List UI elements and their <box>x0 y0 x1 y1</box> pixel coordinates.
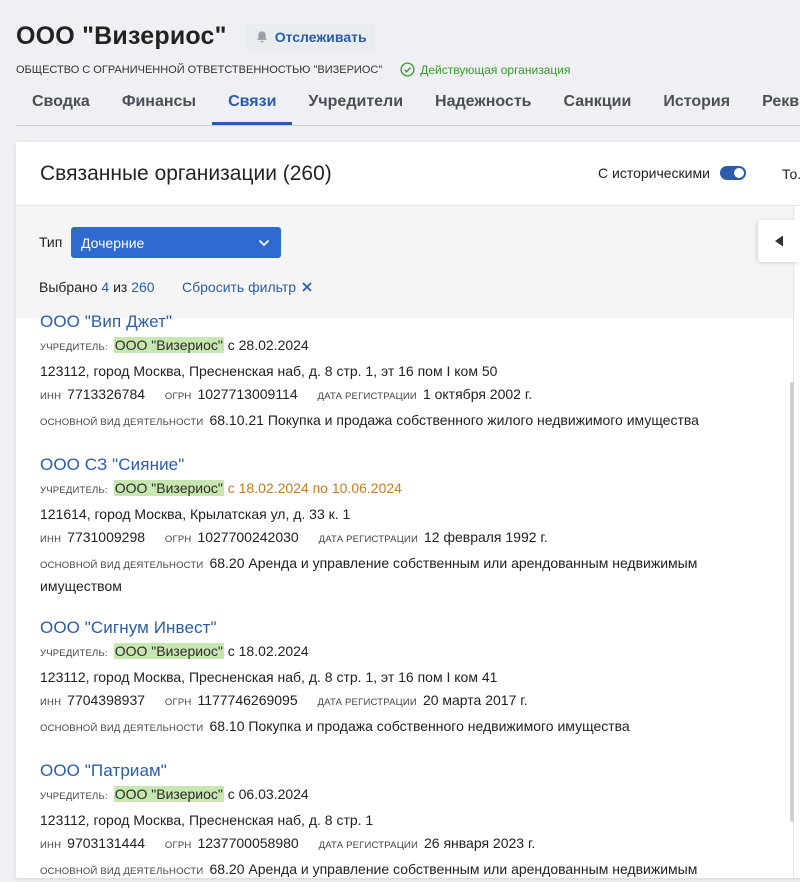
list-item: ООО "Вип Джет" УЧРЕДИТЕЛЬ: ООО "Визериос"… <box>40 312 780 433</box>
activity-line: ОСНОВНОЙ ВИД ДЕЯТЕЛЬНОСТИ 68.20 Аренда и … <box>40 555 698 594</box>
page: ООО "Визериос" Отслеживать ОБЩЕСТВО С ОГ… <box>0 0 800 882</box>
inn-value: 9703131444 <box>67 835 146 851</box>
tab-summary[interactable]: Сводка <box>16 84 106 125</box>
company-header: ООО "Визериос" Отслеживать <box>16 22 375 51</box>
type-label: Тип <box>39 234 63 250</box>
status-text: Действующая организация <box>420 62 571 77</box>
historic-toggle-group: С историческими <box>598 165 746 181</box>
selected-count: Выбрано 4 из 260 <box>39 279 155 295</box>
company-subtitle: ОБЩЕСТВО С ОГРАНИЧЕННОЙ ОТВЕТСТВЕННОСТЬЮ… <box>16 62 570 77</box>
ogrn-value: 1027700242030 <box>197 529 299 545</box>
total-number: 260 <box>131 279 155 295</box>
follow-button[interactable]: Отслеживать <box>244 22 375 51</box>
chevron-down-icon <box>258 239 270 246</box>
historic-label: С историческими <box>598 165 710 181</box>
founder-date: с 06.03.2024 <box>227 786 309 802</box>
address: 123112, город Москва, Пресненская наб, д… <box>40 669 498 685</box>
scrollbar[interactable] <box>790 382 794 822</box>
tab-requisites[interactable]: Рекв <box>746 84 800 125</box>
list-item: ООО "Сигнум Инвест" УЧРЕДИТЕЛЬ: ООО "Визе… <box>40 618 780 739</box>
company-full-name: ОБЩЕСТВО С ОГРАНИЧЕННОЙ ОТВЕТСТВЕННОСТЬЮ… <box>16 63 383 76</box>
activity-value: 68.10.21 Покупка и продажа собственного … <box>209 412 699 428</box>
founder-link[interactable]: ООО "Визериос" <box>113 337 224 353</box>
activity-line: ОСНОВНОЙ ВИД ДЕЯТЕЛЬНОСТИ 68.10.21 Покупк… <box>40 412 699 428</box>
inn-value: 7704398937 <box>67 692 146 708</box>
ids-line: ИНН 9703131444 ОГРН 1237700058980 ДАТА РЕГ… <box>40 835 536 851</box>
founder-date: с 18.02.2024 по 10.06.2024 <box>227 480 402 496</box>
reset-filter-label: Сбросить фильтр <box>182 279 297 295</box>
tab-finance[interactable]: Финансы <box>106 84 212 125</box>
founder-date: с 18.02.2024 <box>227 643 309 659</box>
selected-number: 4 <box>101 279 110 295</box>
status-badge: Действующая организация <box>400 62 570 77</box>
tab-sanctions[interactable]: Санкции <box>547 84 647 125</box>
tab-founders[interactable]: Учредители <box>292 84 419 125</box>
tab-bar: Сводка Финансы Связи Учредители Надежнос… <box>16 84 800 126</box>
check-circle-icon <box>400 62 415 77</box>
ogrn-value: 1027713009114 <box>197 386 298 402</box>
activity-value: 68.10 Покупка и продажа собственного нед… <box>209 718 630 734</box>
activity-line: ОСНОВНОЙ ВИД ДЕЯТЕЛЬНОСТИ 68.20 Аренда и … <box>40 859 780 878</box>
org-name-link[interactable]: ООО "Вип Джет" <box>40 312 172 332</box>
collapse-panel-button[interactable] <box>758 220 800 262</box>
type-select[interactable]: Дочерние <box>71 227 281 258</box>
address: 123112, город Москва, Пресненская наб, д… <box>40 812 374 828</box>
inn-value: 7713326784 <box>67 386 146 402</box>
reg-date-value: 20 марта 2017 г. <box>422 692 528 708</box>
founder-date: с 28.02.2024 <box>227 337 309 353</box>
founder-line: УЧРЕДИТЕЛЬ: ООО "Визериос" с 06.03.2024 <box>40 786 309 802</box>
founder-line: УЧРЕДИТЕЛЬ: ООО "Визериос" с 18.02.2024 п… <box>40 480 402 496</box>
tab-history[interactable]: История <box>647 84 746 125</box>
tab-connections[interactable]: Связи <box>212 84 293 125</box>
follow-label: Отслеживать <box>274 28 367 45</box>
card-header: Связанные организации (260) С историческ… <box>16 142 800 206</box>
list-item: ООО СЗ "Сияние" УЧРЕДИТЕЛЬ: ООО "Визериос… <box>40 455 780 596</box>
founder-line: УЧРЕДИТЕЛЬ: ООО "Визериос" с 28.02.2024 <box>40 337 309 353</box>
org-list: ООО "Вип Джет" УЧРЕДИТЕЛЬ: ООО "Визериос"… <box>40 312 780 878</box>
org-name-link[interactable]: ООО СЗ "Сияние" <box>40 455 184 475</box>
tab-reliability[interactable]: Надежность <box>419 84 547 125</box>
activity-line: ОСНОВНОЙ ВИД ДЕЯТЕЛЬНОСТИ 68.10 Покупка и… <box>40 718 630 734</box>
founder-link[interactable]: ООО "Визериос" <box>113 786 224 802</box>
founder-line: УЧРЕДИТЕЛЬ: ООО "Визериос" с 18.02.2024 <box>40 643 309 659</box>
reg-date-value: 1 октября 2002 г. <box>422 386 533 402</box>
ogrn-value: 1237700058980 <box>197 835 299 851</box>
ogrn-value: 1177746269095 <box>197 692 298 708</box>
inn-value: 7731009298 <box>67 529 146 545</box>
related-orgs-card: Связанные организации (260) С историческ… <box>16 142 800 878</box>
company-title: ООО "Визериос" <box>16 22 227 50</box>
triangle-left-icon <box>775 235 783 247</box>
reset-filter-button[interactable]: Сбросить фильтр <box>182 279 312 295</box>
filter-panel: Тип Дочерние Выбрано 4 из 260 Сбросить ф… <box>16 206 793 318</box>
historic-toggle[interactable] <box>719 166 746 180</box>
founder-link[interactable]: ООО "Визериос" <box>113 643 224 659</box>
list-item: ООО "Патриам" УЧРЕДИТЕЛЬ: ООО "Визериос" … <box>40 761 780 878</box>
ids-line: ИНН 7713326784 ОГРН 1027713009114 ДАТА РЕГ… <box>40 386 533 402</box>
type-select-value: Дочерние <box>81 234 145 251</box>
ids-line: ИНН 7704398937 ОГРН 1177746269095 ДАТА РЕГ… <box>40 692 528 708</box>
org-name-link[interactable]: ООО "Патриам" <box>40 761 167 781</box>
bell-icon <box>256 30 267 42</box>
only-toggle-label[interactable]: То. <box>782 166 800 182</box>
card-title: Связанные организации (260) <box>40 162 332 185</box>
address: 123112, город Москва, Пресненская наб, д… <box>40 363 498 379</box>
founder-link[interactable]: ООО "Визериос" <box>113 480 224 496</box>
reg-date-value: 26 января 2023 г. <box>423 835 536 851</box>
address: 121614, город Москва, Крылатская ул, д. … <box>40 506 351 522</box>
ids-line: ИНН 7731009298 ОГРН 1027700242030 ДАТА РЕГ… <box>40 529 548 545</box>
close-icon <box>302 282 312 292</box>
org-name-link[interactable]: ООО "Сигнум Инвест" <box>40 618 217 638</box>
reg-date-value: 12 февраля 1992 г. <box>423 529 548 545</box>
